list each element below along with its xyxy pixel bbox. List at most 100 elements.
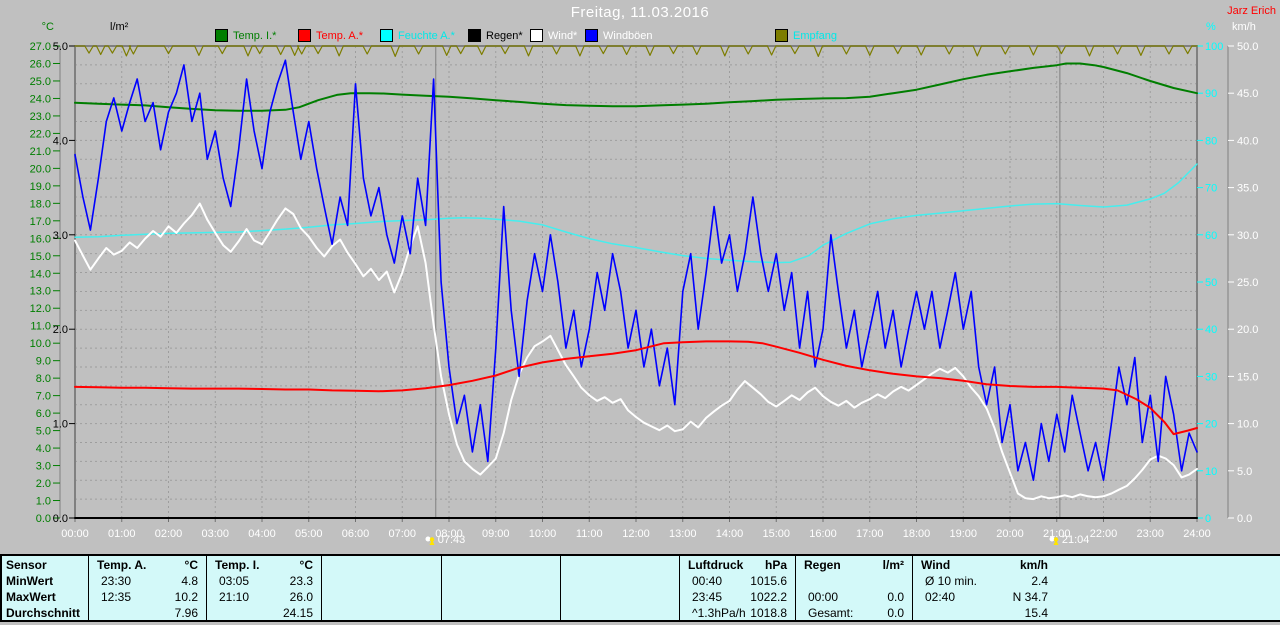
- table-cell: 0.0: [797, 590, 904, 605]
- table-divider: [321, 556, 322, 620]
- table-divider: [560, 556, 561, 620]
- time-tick-label: 18:00: [903, 528, 931, 540]
- row-header: Sensor: [6, 558, 47, 573]
- table-cell: 1022.2: [681, 590, 787, 605]
- time-tick-label: 22:00: [1090, 528, 1118, 540]
- celsius-tick-label: 16.0: [30, 233, 51, 245]
- table-cell: 15.4: [914, 606, 1048, 621]
- liters-tick-label: 2.0: [53, 324, 68, 336]
- celsius-tick-label: 26.0: [30, 58, 51, 70]
- time-tick-label: 24:00: [1183, 528, 1211, 540]
- sunrise-marker: 07:43: [425, 534, 466, 546]
- percent-tick-label: 90: [1205, 88, 1217, 100]
- sunset-marker: 21:04: [1049, 534, 1090, 546]
- celsius-tick-label: 1.0: [36, 496, 51, 508]
- percent-tick-label: 20: [1205, 419, 1217, 431]
- table-cell: 7.96: [90, 606, 198, 621]
- table-cell: 24.15: [208, 606, 313, 621]
- time-tick-label: 11:00: [576, 528, 603, 540]
- celsius-tick-label: 23.0: [30, 111, 51, 123]
- sunset-time-label: 21:04: [1062, 534, 1090, 546]
- time-tick-label: 17:00: [856, 528, 884, 540]
- celsius-tick-label: 5.0: [36, 426, 51, 438]
- percent-tick-label: 100: [1205, 41, 1223, 53]
- celsius-tick-label: 12.0: [30, 303, 51, 315]
- time-tick-label: 04:00: [248, 528, 276, 540]
- celsius-tick-label: 6.0: [36, 408, 51, 420]
- celsius-tick-label: 8.0: [36, 373, 51, 385]
- table-divider: [795, 556, 796, 620]
- time-tick-label: 13:00: [669, 528, 697, 540]
- time-tick-label: 19:00: [949, 528, 977, 540]
- kmh-tick-label: 40.0: [1237, 135, 1258, 147]
- kmh-tick-label: 5.0: [1237, 466, 1252, 478]
- percent-tick-label: 70: [1205, 183, 1217, 195]
- table-divider: [441, 556, 442, 620]
- celsius-tick-label: 17.0: [30, 216, 51, 228]
- percent-tick-label: 50: [1205, 277, 1217, 289]
- weather-chart-plot[interactable]: 0.01.02.03.04.05.06.07.08.09.010.011.012…: [0, 0, 1280, 555]
- table-cell: 2.4: [914, 574, 1048, 589]
- percent-tick-label: 30: [1205, 371, 1217, 383]
- time-tick-label: 00:00: [61, 528, 89, 540]
- table-divider: [206, 556, 207, 620]
- percent-tick-label: 40: [1205, 324, 1217, 336]
- row-header: MaxWert: [6, 590, 56, 605]
- kmh-tick-label: 50.0: [1237, 41, 1258, 53]
- table-cell: 23.3: [208, 574, 313, 589]
- celsius-tick-label: 19.0: [30, 181, 51, 193]
- celsius-tick-label: 18.0: [30, 198, 51, 210]
- kmh-tick-label: 25.0: [1237, 277, 1258, 289]
- celsius-tick-label: 4.0: [36, 443, 51, 455]
- percent-tick-label: 80: [1205, 135, 1217, 147]
- celsius-tick-label: 14.0: [30, 268, 51, 280]
- column-unit: km/h: [914, 558, 1048, 573]
- time-tick-label: 05:00: [295, 528, 323, 540]
- table-cell: 26.0: [208, 590, 313, 605]
- kmh-tick-label: 45.0: [1237, 88, 1258, 100]
- percent-tick-label: 10: [1205, 466, 1217, 478]
- time-tick-label: 06:00: [342, 528, 370, 540]
- celsius-tick-label: 25.0: [30, 76, 51, 88]
- table-cell: N 34.7: [914, 590, 1048, 605]
- sunrise-time-label: 07:43: [438, 534, 466, 546]
- kmh-tick-label: 0.0: [1237, 513, 1252, 525]
- celsius-tick-label: 13.0: [30, 286, 51, 298]
- celsius-tick-label: 22.0: [30, 128, 51, 140]
- celsius-tick-label: 0.0: [36, 513, 51, 525]
- percent-tick-label: 60: [1205, 230, 1217, 242]
- percent-tick-label: 0: [1205, 513, 1211, 525]
- row-header: MinWert: [6, 574, 53, 589]
- kmh-tick-label: 30.0: [1237, 230, 1258, 242]
- row-header: Durchschnitt: [6, 606, 80, 621]
- liters-tick-label: 5.0: [53, 41, 68, 53]
- table-cell: 1018.8: [681, 606, 787, 621]
- column-unit: hPa: [681, 558, 787, 573]
- celsius-tick-label: 11.0: [30, 321, 51, 333]
- kmh-tick-label: 20.0: [1237, 324, 1258, 336]
- celsius-tick-label: 27.0: [30, 41, 51, 53]
- time-tick-label: 01:00: [108, 528, 136, 540]
- table-cell: 10.2: [90, 590, 198, 605]
- table-cell: 1015.6: [681, 574, 787, 589]
- table-cell: 4.8: [90, 574, 198, 589]
- time-tick-label: 07:00: [388, 528, 416, 540]
- table-cell: 0.0: [797, 606, 904, 621]
- sun-icon: [425, 535, 436, 546]
- liters-tick-label: 4.0: [53, 135, 68, 147]
- weather-app-window: { "app": { "title": "Freitag, 11.03.2016…: [0, 0, 1280, 625]
- table-divider: [679, 556, 680, 620]
- time-tick-label: 20:00: [996, 528, 1024, 540]
- kmh-tick-label: 15.0: [1237, 371, 1258, 383]
- time-tick-label: 03:00: [201, 528, 229, 540]
- celsius-tick-label: 15.0: [30, 251, 51, 263]
- celsius-tick-label: 21.0: [30, 146, 51, 158]
- time-tick-label: 14:00: [716, 528, 744, 540]
- celsius-tick-label: 2.0: [36, 478, 51, 490]
- liters-tick-label: 3.0: [53, 230, 68, 242]
- time-tick-label: 02:00: [155, 528, 183, 540]
- celsius-tick-label: 9.0: [36, 356, 51, 368]
- celsius-tick-label: 10.0: [30, 338, 51, 350]
- column-unit: °C: [208, 558, 313, 573]
- series-feuchte-a: [75, 164, 1197, 263]
